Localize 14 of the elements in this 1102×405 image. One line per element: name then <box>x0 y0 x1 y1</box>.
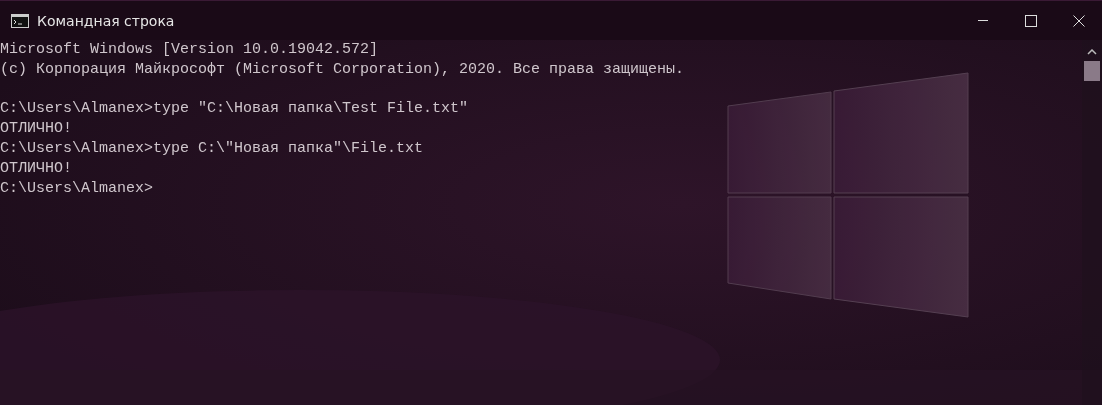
maximize-icon <box>1025 14 1037 27</box>
console-line: C:\Users\Almanex> <box>0 178 154 199</box>
console-line: C:\Users\Almanex>type "C:\Новая папка\Test File.txt" <box>0 99 469 120</box>
terminal-icon <box>11 13 29 28</box>
console-line: ОТЛИЧНО! <box>0 158 72 179</box>
console-line: ОТЛИЧНО! <box>0 119 72 139</box>
console-line: C:\Users\Almanex>type C:\"Новая папка"\File.txt <box>0 139 424 159</box>
close-icon <box>1073 14 1085 27</box>
console-line: Microsoft Windows [Version 10.0.19042.572] <box>0 40 379 60</box>
console-line: (c) Корпорация Майкрософт (Microsoft Corporation), 2020. Все права защищены. <box>0 59 685 80</box>
minimize-icon <box>978 20 988 21</box>
scroll-up-icon[interactable] <box>1087 49 1097 55</box>
window-title: Командная строка <box>37 12 175 29</box>
scroll-thumb[interactable] <box>1084 61 1100 81</box>
